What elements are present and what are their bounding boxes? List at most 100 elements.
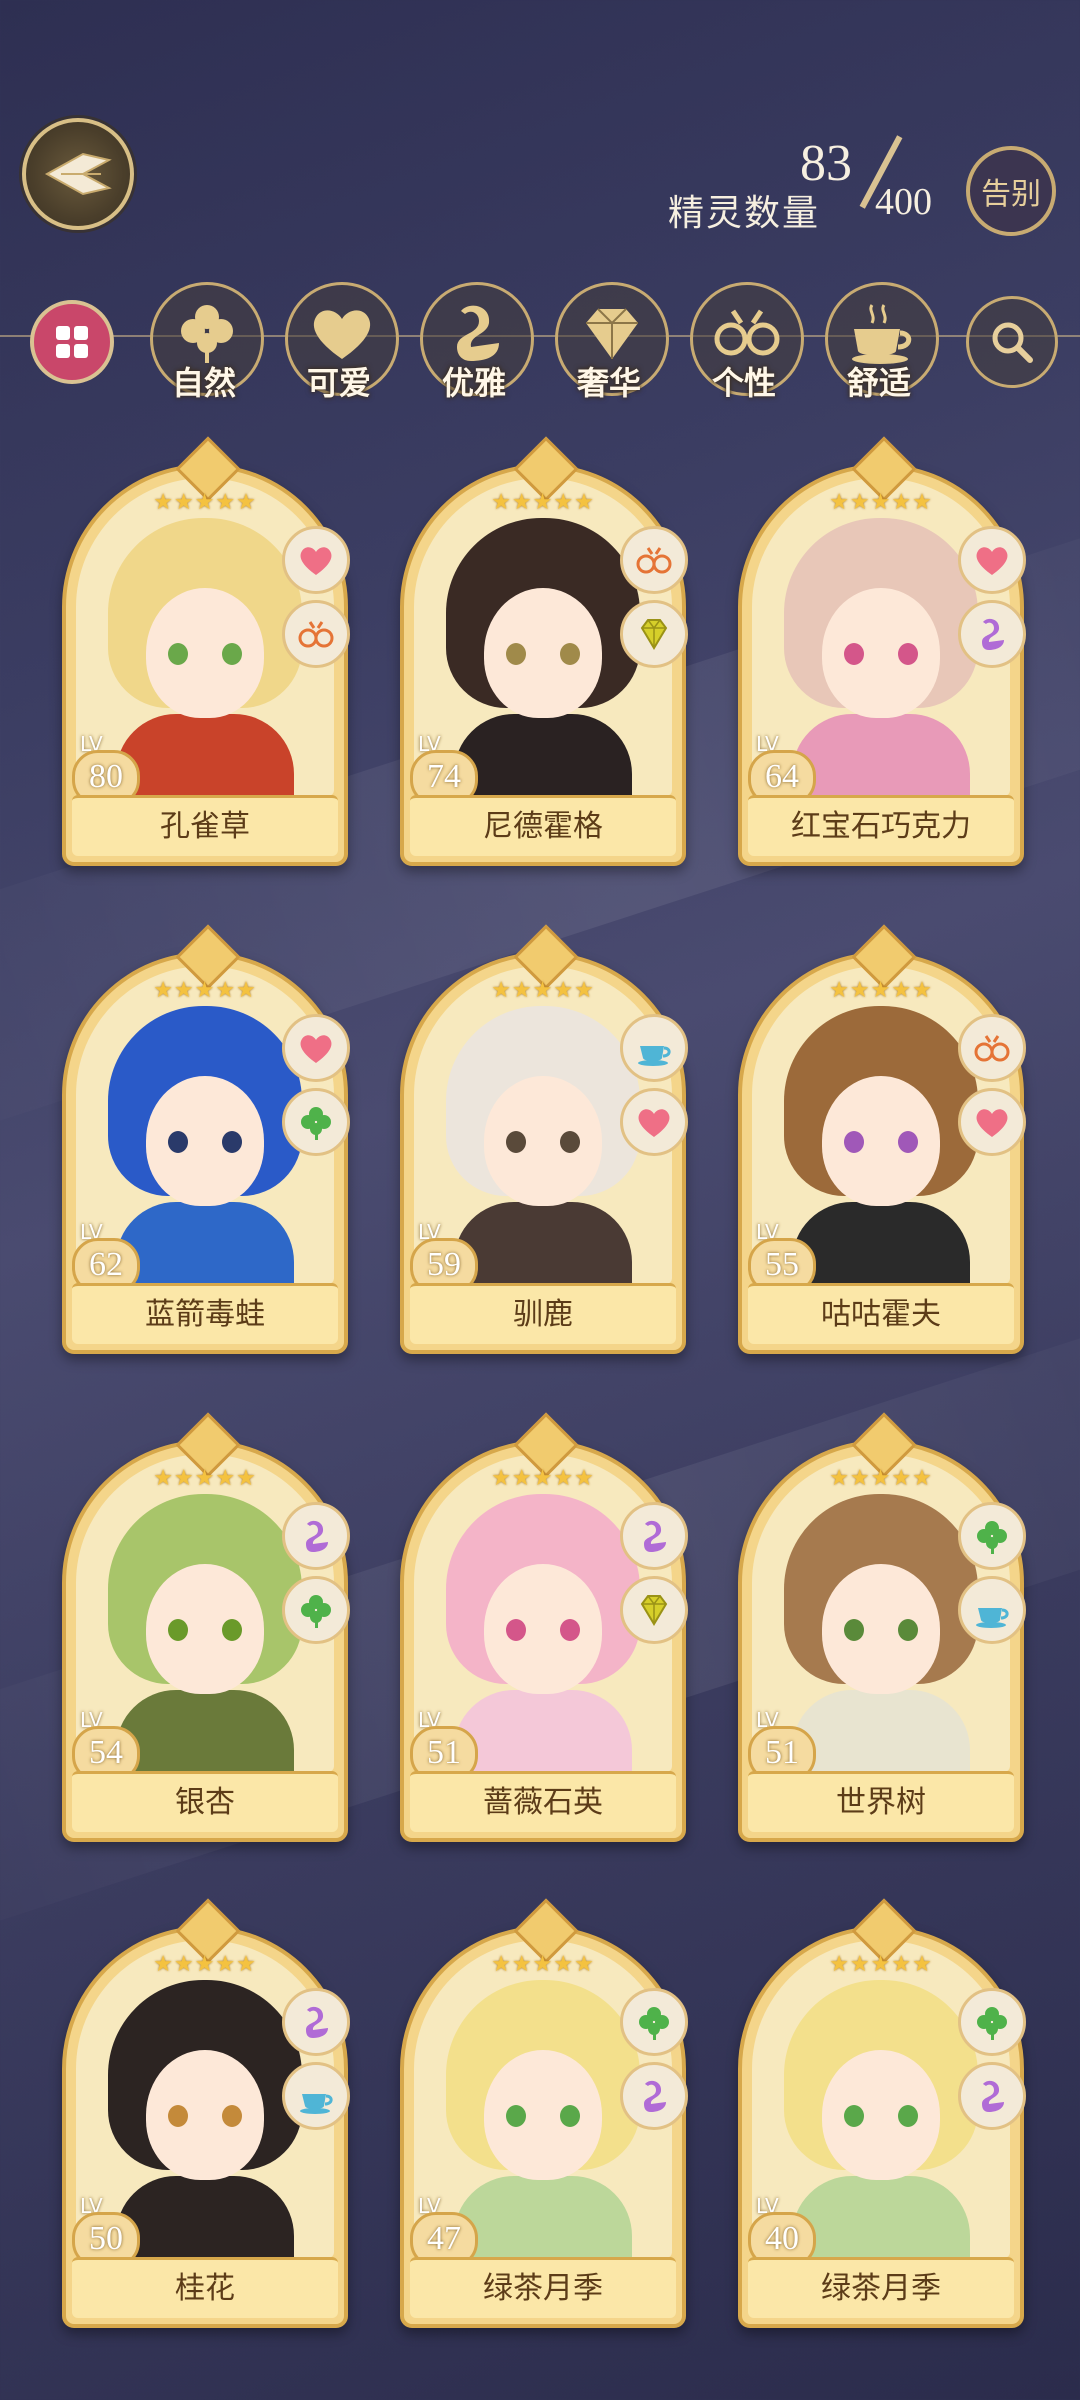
portrait-eye xyxy=(844,2105,864,2127)
portrait-face xyxy=(822,588,940,718)
filter-label: 自然 xyxy=(171,364,236,402)
swan-icon xyxy=(982,618,1004,650)
clover-icon xyxy=(977,1521,1007,1554)
spirit-card[interactable]: LV 54 银杏 ★★★★★ xyxy=(62,1412,350,1842)
star-rating: ★★★★★ xyxy=(491,1952,595,1977)
trait-tag xyxy=(282,2062,350,2130)
trait-tag xyxy=(958,1576,1026,1644)
star-rating: ★★★★★ xyxy=(153,1952,257,1977)
trait-tag xyxy=(958,2062,1026,2130)
portrait-eye xyxy=(898,1131,918,1153)
spirit-card[interactable]: LV 80 孔雀草 ★★★★★ xyxy=(62,436,350,866)
portrait-eye xyxy=(168,2105,188,2127)
portrait-eye xyxy=(168,1619,188,1641)
farewell-button[interactable]: 告别 xyxy=(966,146,1056,236)
star-rating: ★★★★★ xyxy=(829,1952,933,1977)
spirit-name: 蔷薇石英 xyxy=(410,1771,676,1832)
portrait-eye xyxy=(898,2105,918,2127)
portrait-face xyxy=(822,2050,940,2180)
filter-label: 个性 xyxy=(711,364,776,402)
clover-icon xyxy=(977,2007,1007,2040)
trait-tag xyxy=(282,600,350,668)
search-button[interactable] xyxy=(966,296,1058,388)
portrait-face xyxy=(484,2050,602,2180)
spirit-name: 绿茶月季 xyxy=(748,2257,1014,2318)
trait-tag xyxy=(282,1502,350,1570)
portrait-outfit xyxy=(454,714,632,796)
portrait-eye xyxy=(560,2105,580,2127)
spirit-card[interactable]: LV 74 尼德霍格 ★★★★★ xyxy=(400,436,688,866)
heart-icon xyxy=(976,1109,1008,1137)
trait-tag xyxy=(620,1576,688,1644)
swan-icon xyxy=(644,1520,666,1552)
trait-tag xyxy=(620,2062,688,2130)
heart-icon xyxy=(300,547,332,575)
clover-icon xyxy=(301,1107,331,1140)
portrait-face xyxy=(146,588,264,718)
glasses-icon xyxy=(974,1035,1010,1062)
glasses-icon xyxy=(298,621,334,648)
portrait-eye xyxy=(506,2105,526,2127)
spirit-card[interactable]: LV 40 绿茶月季 ★★★★★ xyxy=(738,1898,1026,2328)
filter-label: 奢华 xyxy=(576,364,641,402)
spirit-card[interactable]: LV 51 蔷薇石英 ★★★★★ xyxy=(400,1412,688,1842)
portrait-outfit xyxy=(454,1202,632,1284)
search-icon xyxy=(992,322,1033,363)
trait-tag xyxy=(958,600,1026,668)
portrait-face xyxy=(484,588,602,718)
star-rating: ★★★★★ xyxy=(491,490,595,515)
portrait-eye xyxy=(560,1131,580,1153)
star-rating: ★★★★★ xyxy=(829,978,933,1003)
glasses-icon xyxy=(636,547,672,574)
spirit-card[interactable]: LV 51 世界树 ★★★★★ xyxy=(738,1412,1026,1842)
portrait-eye xyxy=(222,1131,242,1153)
trait-tag xyxy=(958,1014,1026,1082)
portrait-outfit xyxy=(116,1690,294,1772)
spirit-card[interactable]: LV 64 红宝石巧克力 ★★★★★ xyxy=(738,436,1026,866)
trait-tag xyxy=(282,526,350,594)
portrait-outfit xyxy=(454,1690,632,1772)
spirit-card[interactable]: LV 47 绿茶月季 ★★★★★ xyxy=(400,1898,688,2328)
spirit-name: 咕咕霍夫 xyxy=(748,1283,1014,1344)
trait-tag xyxy=(282,1014,350,1082)
filter-all-button[interactable] xyxy=(30,300,114,384)
portrait-face xyxy=(146,1076,264,1206)
swan-icon xyxy=(306,2006,328,2038)
spirit-name: 驯鹿 xyxy=(410,1283,676,1344)
trait-tag xyxy=(282,1088,350,1156)
spirit-card[interactable]: LV 62 蓝箭毒蛙 ★★★★★ xyxy=(62,924,350,1354)
portrait-outfit xyxy=(792,714,970,796)
back-arrow-icon xyxy=(44,152,112,196)
portrait-eye xyxy=(506,643,526,665)
spirit-count-label: 精灵数量 xyxy=(667,193,820,234)
portrait-eye xyxy=(506,1619,526,1641)
spirit-name: 蓝箭毒蛙 xyxy=(72,1283,338,1344)
portrait-face xyxy=(484,1076,602,1206)
portrait-eye xyxy=(898,1619,918,1641)
grid-icon xyxy=(56,326,88,358)
portrait-eye xyxy=(844,1131,864,1153)
trait-tag xyxy=(620,600,688,668)
spirit-name: 尼德霍格 xyxy=(410,795,676,856)
spirit-count-total: 400 xyxy=(875,181,932,223)
farewell-label: 告别 xyxy=(981,177,1041,212)
trait-tag xyxy=(958,526,1026,594)
star-rating: ★★★★★ xyxy=(153,490,257,515)
teacup-icon xyxy=(638,1046,671,1066)
swan-icon xyxy=(982,2080,1004,2112)
spirit-card[interactable]: LV 59 驯鹿 ★★★★★ xyxy=(400,924,688,1354)
portrait-eye xyxy=(506,1131,526,1153)
heart-icon xyxy=(976,547,1008,575)
filter-label: 舒适 xyxy=(846,364,911,402)
heart-icon xyxy=(638,1109,670,1137)
spirit-card[interactable]: LV 55 咕咕霍夫 ★★★★★ xyxy=(738,924,1026,1354)
portrait-eye xyxy=(560,1619,580,1641)
swan-icon xyxy=(644,2080,666,2112)
portrait-face xyxy=(484,1564,602,1694)
portrait-outfit xyxy=(792,1202,970,1284)
back-button[interactable] xyxy=(22,118,134,230)
spirit-name: 孔雀草 xyxy=(72,795,338,856)
spirit-card[interactable]: LV 50 桂花 ★★★★★ xyxy=(62,1898,350,2328)
portrait-face xyxy=(822,1076,940,1206)
portrait-face xyxy=(146,1564,264,1694)
